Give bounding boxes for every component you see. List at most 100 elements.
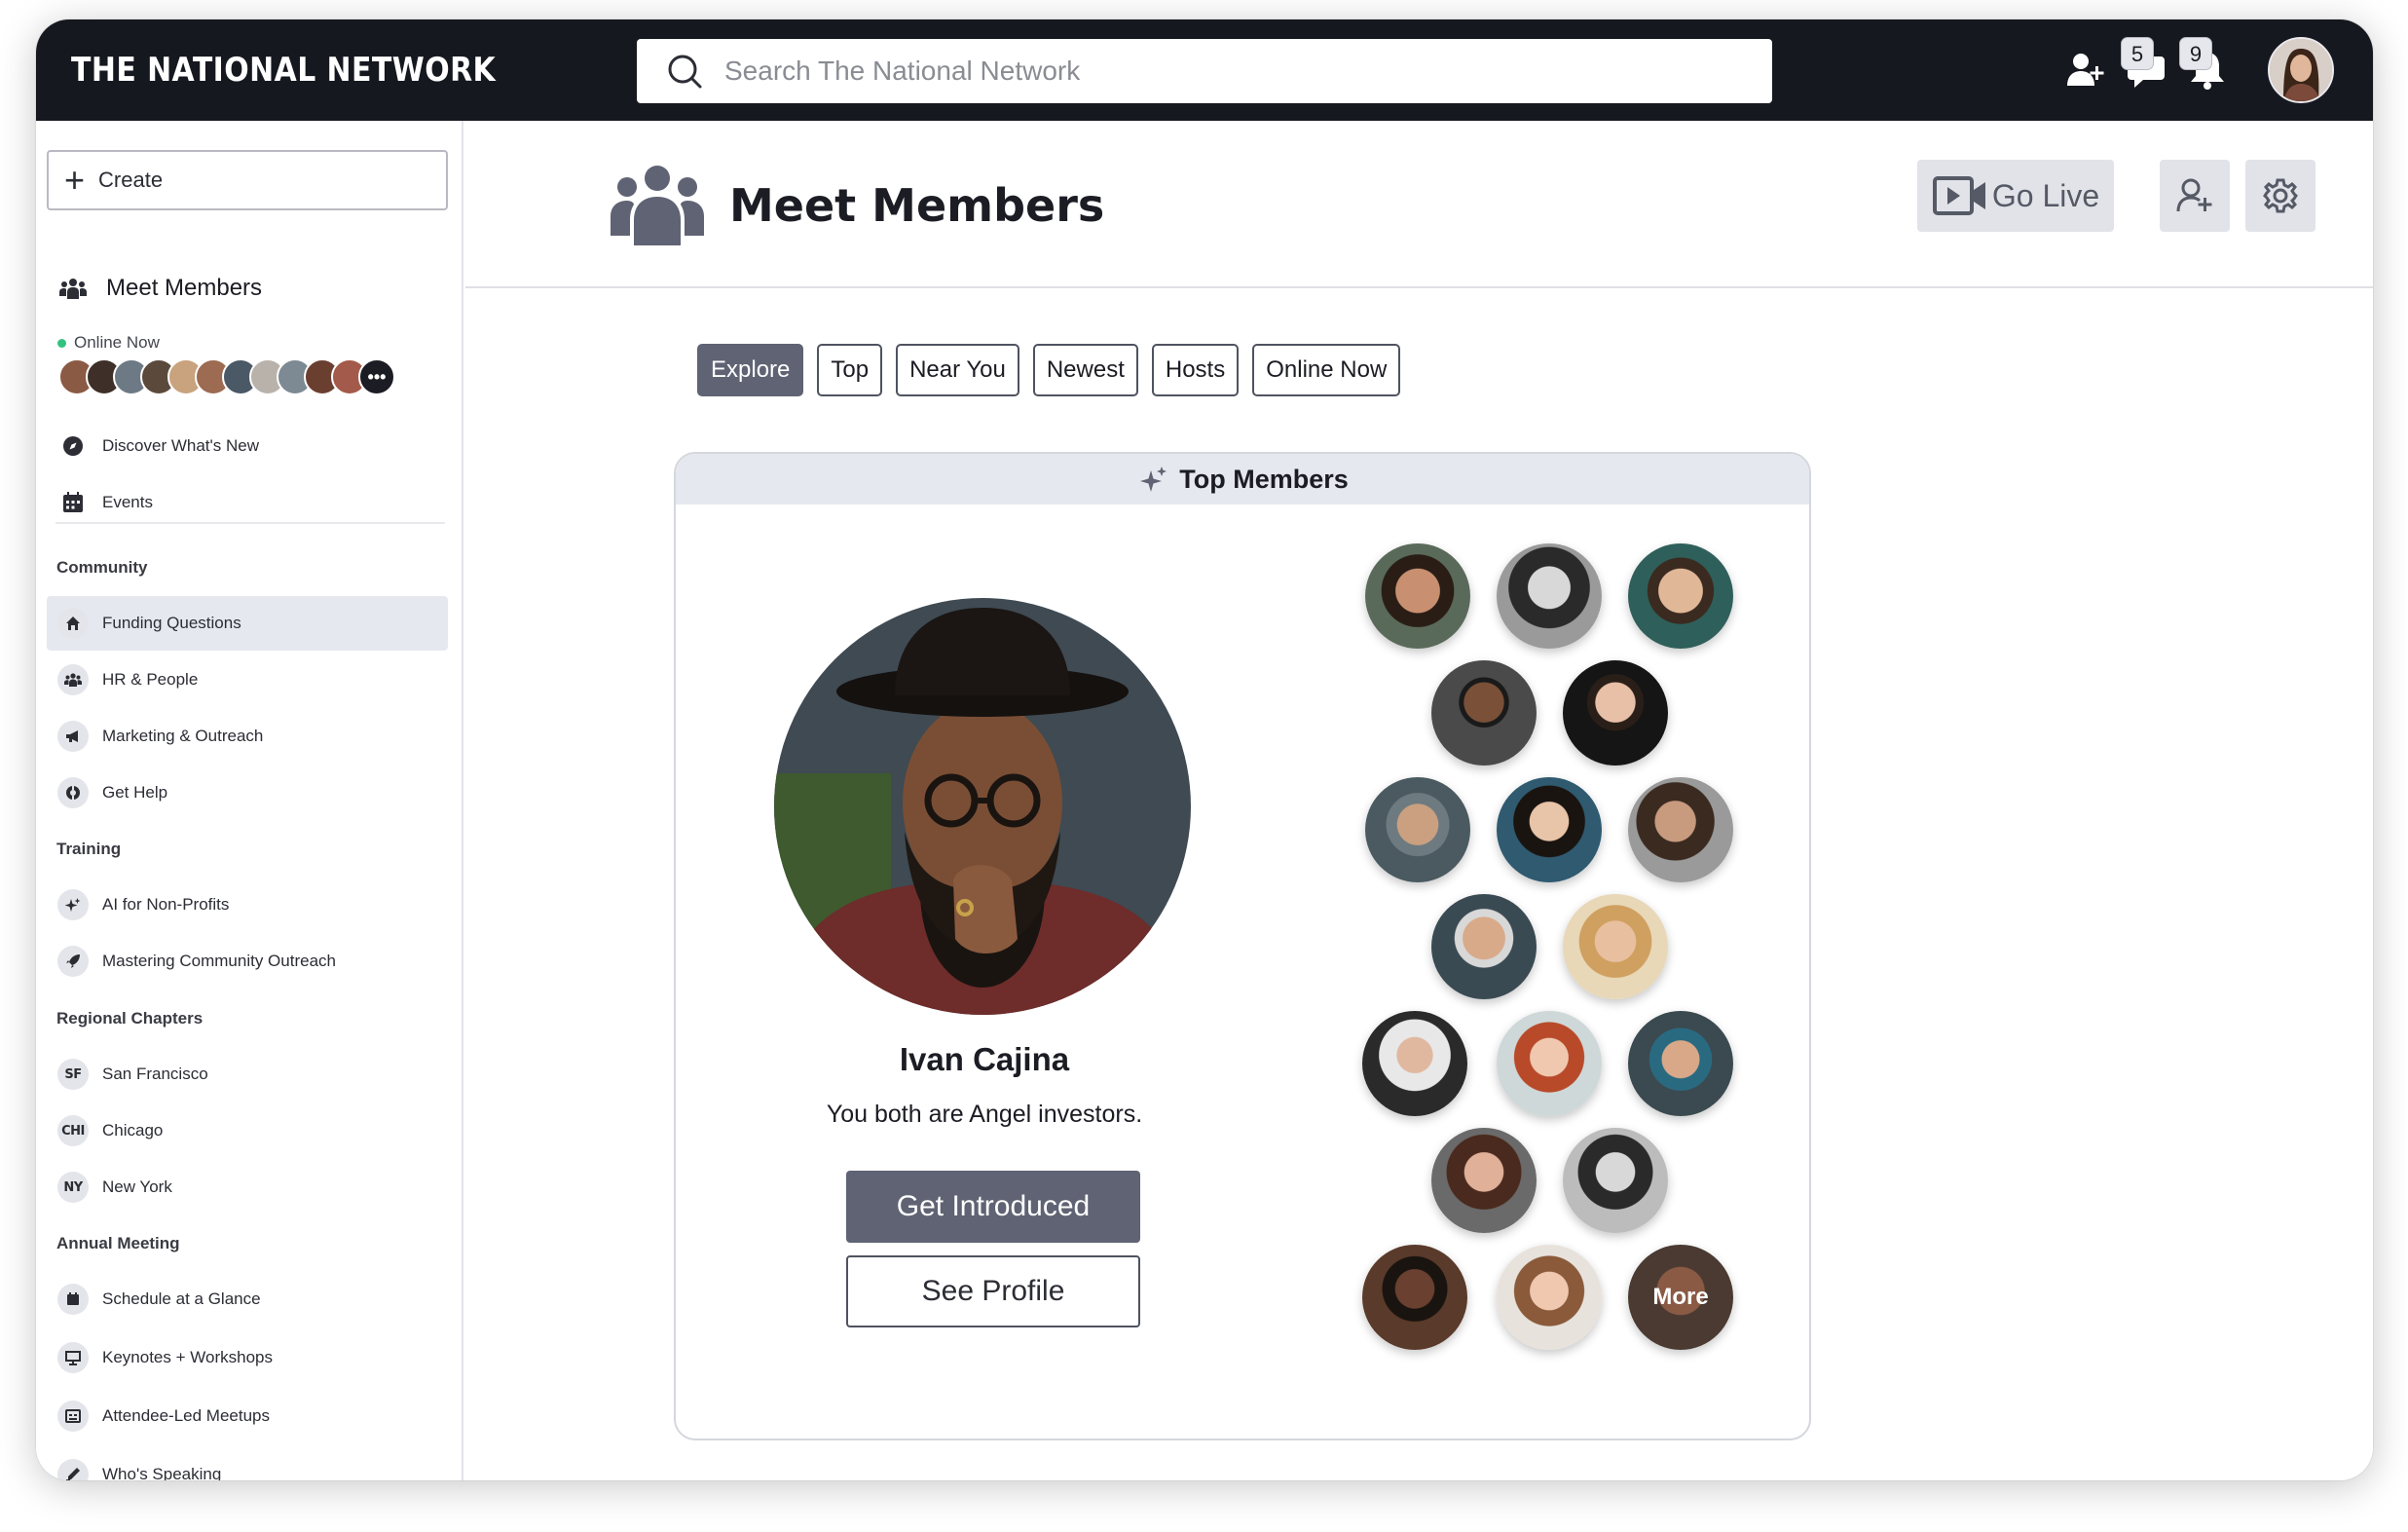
tab-hosts[interactable]: Hosts [1151,344,1240,396]
chapter-abbr-badge: NY [57,1172,89,1203]
settings-button[interactable] [2245,160,2315,232]
compass-icon [57,430,89,462]
tab-explore[interactable]: Explore [697,344,804,396]
member-avatar[interactable] [1628,543,1733,649]
member-avatar[interactable] [1563,1128,1668,1233]
sidebar-item-whos-speaking[interactable]: Who's Speaking [47,1447,448,1480]
online-status-dot [57,338,66,348]
section-heading-training: Training [56,840,122,858]
sparkle-icon [1140,467,1167,492]
plus-icon: + [64,160,86,200]
sidebar-item-hr-people[interactable]: HR & People [47,653,448,707]
member-avatar[interactable] [1563,660,1668,766]
search-icon [668,55,702,89]
go-live-button[interactable]: Go Live [1917,160,2114,232]
member-avatar[interactable] [1431,894,1537,999]
people-group-icon [611,166,704,245]
people-group-icon [59,279,87,299]
search-input[interactable] [724,39,1737,103]
microphone-icon [57,1459,89,1480]
chat-badge: 5 [2121,37,2154,70]
create-button[interactable]: + Create [47,150,448,210]
calendar-icon [57,1284,89,1315]
sidebar-item-san-francisco[interactable]: SF San Francisco [47,1047,448,1102]
sidebar-item-marketing-outreach[interactable]: Marketing & Outreach [47,709,448,764]
member-avatar[interactable] [1365,543,1470,649]
card-header: Top Members [676,454,1809,504]
gear-icon [2263,178,2298,213]
online-members-strip: ••• [58,358,428,395]
sidebar-item-mastering-outreach[interactable]: Mastering Community Outreach [47,934,448,989]
sidebar-item-get-help[interactable]: Get Help [47,766,448,820]
member-avatar[interactable] [1628,777,1733,882]
featured-member-photo[interactable] [774,598,1191,1015]
get-introduced-button[interactable]: Get Introduced [846,1171,1140,1243]
main-content: Meet Members Go Live Explore Top Near Yo… [465,121,2373,1480]
member-avatar[interactable] [1628,1011,1733,1116]
tab-near-you[interactable]: Near You [896,344,1019,396]
app-window: THE NATIONAL NETWORK 5 9 [36,19,2373,1480]
brand-logo[interactable]: THE NATIONAL NETWORK [71,51,496,90]
sidebar-item-schedule[interactable]: Schedule at a Glance [47,1272,448,1326]
invite-member-button[interactable] [2160,160,2230,232]
chapter-abbr-badge: SF [57,1059,89,1090]
section-heading-annual-meeting: Annual Meeting [56,1234,180,1252]
sidebar-item-keynotes[interactable]: Keynotes + Workshops [47,1330,448,1385]
tab-online-now[interactable]: Online Now [1252,344,1401,396]
more-members-button[interactable]: More [1628,1245,1733,1350]
section-heading-regional: Regional Chapters [56,1009,204,1028]
chapter-abbr-badge: CHI [57,1115,89,1146]
notification-badge: 9 [2179,37,2212,70]
member-avatar[interactable] [1365,777,1470,882]
add-user-icon [2176,178,2212,212]
sidebar-item-funding-questions[interactable]: Funding Questions [47,596,448,651]
member-avatar[interactable] [1497,543,1602,649]
rocket-icon [57,946,89,977]
calendar-icon [57,487,89,518]
featured-member-name[interactable]: Ivan Cajina [676,1041,1293,1078]
presentation-icon [57,1342,89,1373]
people-icon [57,664,89,695]
meetup-icon [57,1401,89,1432]
megaphone-icon [57,721,89,752]
tab-top[interactable]: Top [817,344,883,396]
go-live-label: Go Live [1991,177,2100,213]
home-icon [57,608,89,639]
member-avatar[interactable] [1563,894,1668,999]
member-avatar[interactable] [1497,1011,1602,1116]
sparkle-icon [57,889,89,920]
page-title: Meet Members [729,179,1105,232]
sidebar-item-meetups[interactable]: Attendee-Led Meetups [47,1389,448,1443]
filter-tabs: Explore Top Near You Newest Hosts Online… [697,344,1414,396]
member-avatar[interactable] [1362,1245,1467,1350]
card-title: Top Members [1179,464,1349,494]
tab-newest[interactable]: Newest [1032,344,1138,396]
see-profile-button[interactable]: See Profile [846,1255,1140,1327]
featured-member-reason: You both are Angel investors. [826,1101,1143,1128]
help-icon [57,777,89,808]
top-bar: THE NATIONAL NETWORK 5 9 [36,19,2373,121]
member-avatar[interactable] [1431,1128,1537,1233]
user-avatar[interactable] [2268,37,2334,103]
page-header: Meet Members Go Live [465,121,2373,288]
sidebar-divider [56,522,445,524]
sidebar-item-chicago[interactable]: CHI Chicago [47,1103,448,1158]
sidebar-item-ai-nonprofits[interactable]: AI for Non-Profits [47,878,448,932]
member-avatar[interactable] [1431,660,1537,766]
sidebar-item-discover[interactable]: Discover What's New [47,419,448,473]
video-camera-icon [1932,176,1985,215]
sidebar: + Create Meet Members Online Now ••• Dis… [36,121,463,1480]
meet-members-label: Meet Members [106,275,263,301]
member-avatar[interactable] [1497,777,1602,882]
member-avatar[interactable] [1362,1011,1467,1116]
top-members-card: Top Members Ivan Cajina You both are Ang… [674,452,1811,1440]
member-avatar[interactable] [1497,1245,1602,1350]
search-bar[interactable] [637,39,1772,103]
online-now-label: Online Now [57,333,160,353]
section-heading-community: Community [56,558,148,577]
sidebar-item-new-york[interactable]: NY New York [47,1160,448,1214]
create-label: Create [98,168,164,192]
sidebar-item-meet-members[interactable]: Meet Members [59,275,262,302]
more-online-icon[interactable]: ••• [358,358,395,395]
add-friend-icon[interactable] [2064,49,2107,92]
